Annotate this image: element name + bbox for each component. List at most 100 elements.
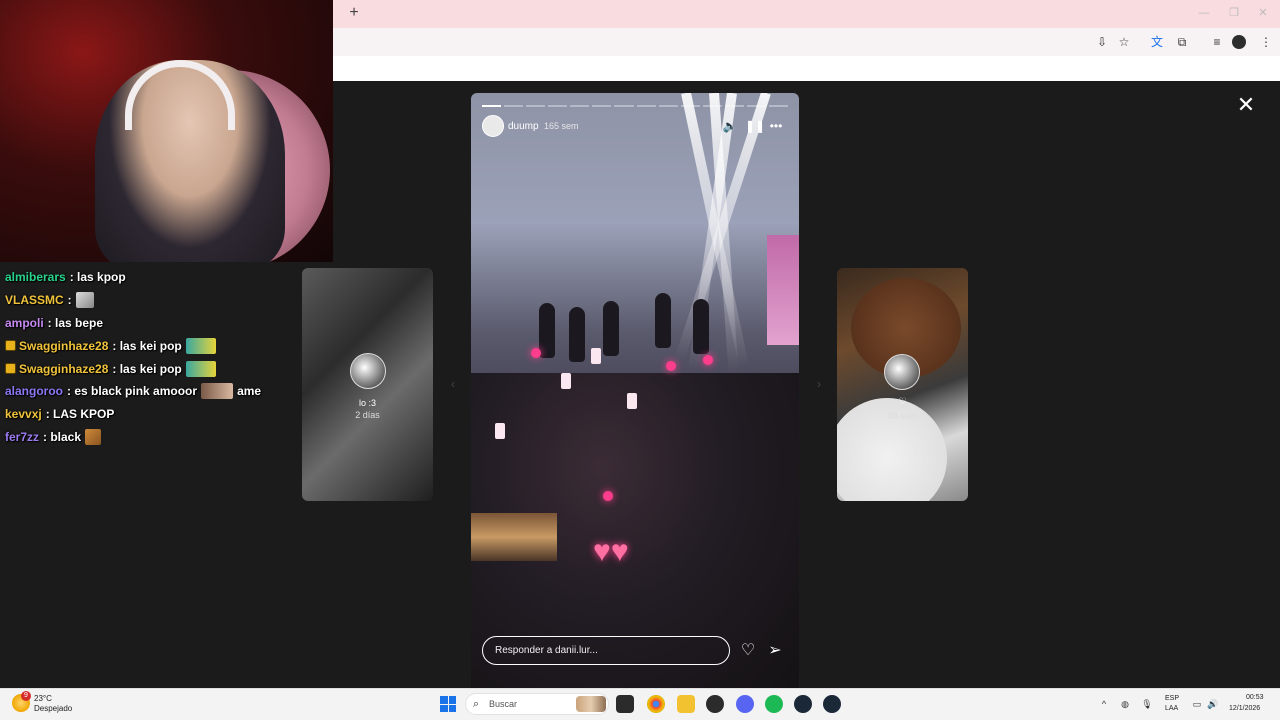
progress-segment bbox=[680, 105, 700, 107]
weather-temperature: 23°C bbox=[34, 694, 52, 703]
minimize-button[interactable]: — bbox=[1195, 5, 1213, 21]
new-tab-button[interactable]: + bbox=[346, 4, 362, 22]
microphone-icon[interactable]: 🎙 bbox=[1140, 698, 1154, 710]
chat-text: : bbox=[67, 293, 72, 308]
phone-screen-photo bbox=[471, 513, 557, 561]
next-story-card[interactable]: ♡ 88 sem bbox=[837, 268, 968, 501]
progress-segment bbox=[702, 105, 722, 107]
previous-arrow-icon[interactable]: ‹ bbox=[446, 377, 460, 391]
search-placeholder: Buscar bbox=[489, 699, 518, 709]
progress-segment bbox=[614, 105, 634, 107]
stage-screen bbox=[767, 235, 799, 345]
progress-segment bbox=[769, 105, 789, 107]
chat-text-tail: ame bbox=[237, 384, 262, 399]
tray-expand-icon[interactable]: ^ bbox=[1097, 698, 1111, 710]
performer bbox=[569, 307, 585, 362]
previous-story-avatar bbox=[350, 353, 386, 389]
profile-avatar[interactable] bbox=[1232, 35, 1246, 49]
performer bbox=[693, 299, 709, 354]
progress-segment bbox=[482, 105, 502, 107]
pause-icon[interactable]: ❚❚ bbox=[745, 117, 765, 135]
story-media[interactable]: ♥♥ duump 165 sem 🔈 ❚❚ ••• ♡ ➢ bbox=[471, 93, 799, 688]
cat-emote bbox=[185, 360, 216, 377]
chat-message: almiberars: las kpop bbox=[5, 266, 305, 289]
screen: + — ❐ ✕ ⇩ ☆ 文 ⧉ ≡ ⋮ ✕ lo :3 2 días ‹ ♡ 8… bbox=[0, 0, 1280, 720]
chat-message: VLASSMC: bbox=[5, 289, 305, 312]
chat-text: : las kei pop bbox=[112, 361, 182, 376]
clock-date[interactable]: 12/1/2026 bbox=[1229, 705, 1260, 712]
translate-extension-icon[interactable]: 文 bbox=[1148, 33, 1166, 51]
restore-button[interactable]: ❐ bbox=[1225, 5, 1243, 21]
reply-input[interactable] bbox=[482, 636, 730, 665]
chat-text: : black bbox=[43, 429, 82, 444]
chat-username: kevvxj bbox=[5, 407, 42, 422]
story-time: 165 sem bbox=[544, 121, 579, 131]
subscriber-badge-icon bbox=[5, 340, 16, 352]
dog-emote bbox=[85, 428, 102, 445]
heart-small-icon: ♡ bbox=[898, 396, 907, 406]
network-icon[interactable]: ◍ bbox=[1118, 698, 1132, 710]
image-emote bbox=[75, 292, 94, 309]
lightstick bbox=[703, 355, 713, 365]
chat-username: Swagginhaze28 bbox=[19, 361, 109, 376]
browser-menu-icon[interactable]: ⋮ bbox=[1257, 33, 1275, 51]
spotify-app-icon[interactable] bbox=[765, 695, 783, 713]
discord-app-icon[interactable] bbox=[736, 695, 754, 713]
lightstick bbox=[603, 491, 613, 501]
send-icon[interactable]: ➢ bbox=[765, 641, 785, 661]
window-close-button[interactable]: ✕ bbox=[1254, 5, 1272, 21]
search-highlight-image bbox=[576, 696, 606, 712]
progress-segment bbox=[636, 105, 656, 107]
file-explorer-icon[interactable] bbox=[677, 695, 695, 713]
progress-segment bbox=[570, 105, 590, 107]
steam-app-icon[interactable] bbox=[794, 695, 812, 713]
chat-text: : es black pink amooor bbox=[67, 384, 198, 399]
steam-app-icon-2[interactable] bbox=[823, 695, 841, 713]
language-indicator[interactable]: ESP bbox=[1165, 695, 1179, 702]
more-icon[interactable]: ••• bbox=[767, 117, 785, 135]
clock-time[interactable]: 00:53 bbox=[1246, 694, 1264, 701]
volume-icon[interactable]: 🔈 bbox=[721, 117, 739, 135]
story-avatar[interactable] bbox=[482, 115, 504, 137]
performer bbox=[655, 293, 671, 348]
media-control-icon[interactable]: ≡ bbox=[1208, 33, 1226, 51]
terminal-app-icon[interactable] bbox=[616, 695, 634, 713]
progress-segment bbox=[548, 105, 568, 107]
progress-segment bbox=[724, 105, 744, 107]
chat-text: : las kei pop bbox=[112, 338, 182, 353]
display-icon[interactable]: ▭ bbox=[1190, 698, 1204, 710]
obs-app-icon[interactable] bbox=[706, 695, 724, 713]
close-icon[interactable]: ✕ bbox=[1236, 94, 1256, 116]
previous-story-time: 2 días bbox=[355, 410, 380, 420]
previous-story-card[interactable]: lo :3 2 días bbox=[302, 268, 433, 501]
extensions-icon[interactable]: ⧉ bbox=[1173, 33, 1191, 51]
chat-username: almiberars bbox=[5, 270, 66, 285]
story-username[interactable]: duump bbox=[508, 121, 539, 132]
taskbar bbox=[0, 688, 1280, 720]
next-arrow-icon[interactable]: › bbox=[812, 377, 826, 391]
speaker-icon[interactable]: 🔊 bbox=[1206, 698, 1220, 710]
notification-badge: 9 bbox=[21, 691, 31, 701]
heart-icon[interactable]: ♡ bbox=[738, 641, 758, 661]
subscriber-badge-icon bbox=[5, 363, 16, 375]
chat-message: alangoroo: es black pink amooor ame bbox=[5, 380, 305, 403]
progress-segment bbox=[658, 105, 678, 107]
install-app-icon[interactable]: ⇩ bbox=[1093, 33, 1111, 51]
raised-phone bbox=[561, 373, 571, 389]
progress-segment bbox=[504, 105, 524, 107]
chat-message: fer7zz: black bbox=[5, 426, 305, 449]
raised-phone bbox=[495, 423, 505, 439]
progress-segment bbox=[526, 105, 546, 107]
lightstick bbox=[666, 361, 676, 371]
chrome-app-icon[interactable] bbox=[647, 695, 665, 713]
raised-phone bbox=[591, 348, 601, 364]
weather-description: Despejado bbox=[34, 704, 73, 713]
bookmark-star-icon[interactable]: ☆ bbox=[1115, 33, 1133, 51]
next-story-avatar bbox=[884, 354, 920, 390]
chat-username: alangoroo bbox=[5, 384, 64, 399]
keyboard-layout[interactable]: LAA bbox=[1165, 705, 1178, 712]
start-button[interactable] bbox=[440, 696, 456, 712]
chat-message: kevvxj: LAS KPOP bbox=[5, 403, 305, 426]
chat-overlay: almiberars: las kpop VLASSMC: ampoli: las … bbox=[5, 266, 305, 448]
lightstick bbox=[531, 348, 541, 358]
